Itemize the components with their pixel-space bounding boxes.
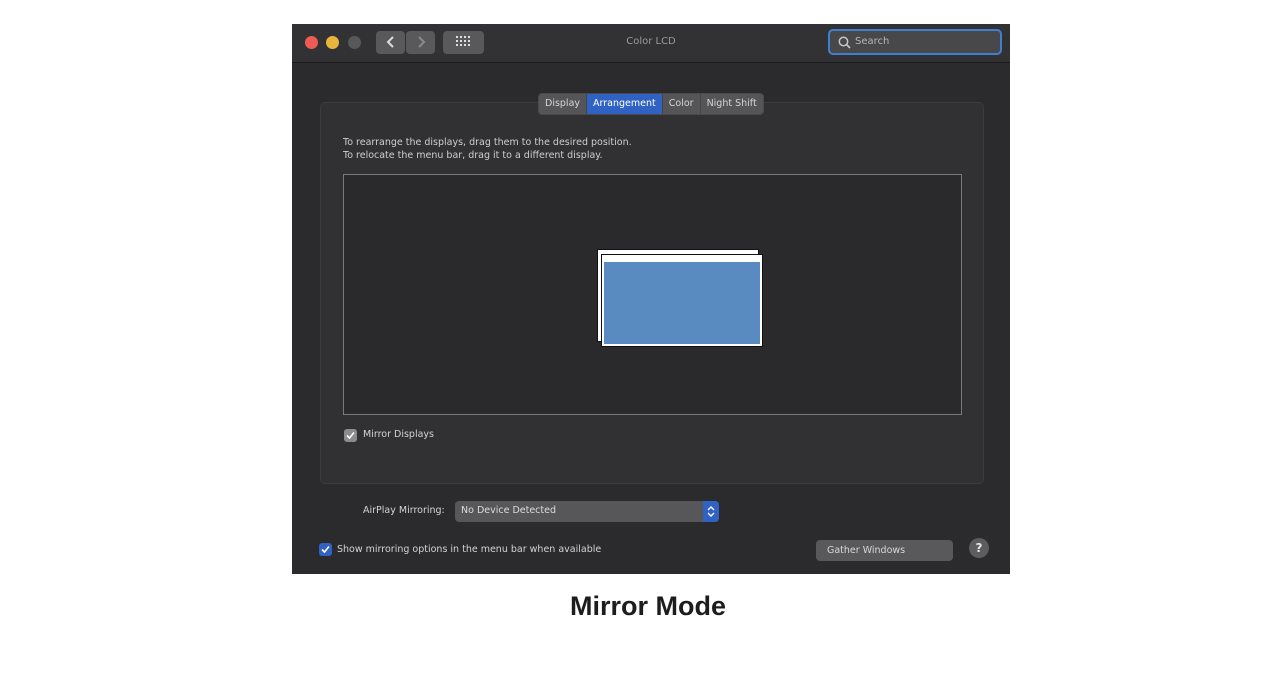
search-icon: [838, 36, 851, 49]
search-placeholder: Search: [855, 36, 890, 47]
airplay-mirroring-select[interactable]: No Device Detected: [455, 501, 719, 522]
display-thumbnail-main[interactable]: [601, 254, 763, 347]
airplay-mirroring-value: No Device Detected: [461, 505, 556, 516]
gather-windows-button[interactable]: Gather Windows: [816, 540, 953, 561]
display-screen: [604, 262, 760, 344]
display-arrangement-area: [343, 174, 962, 415]
display-preferences-window: Color LCD Search Display Arrangement Col…: [292, 24, 1010, 574]
checkmark-icon: [321, 545, 330, 554]
help-button[interactable]: ?: [969, 538, 989, 558]
tab-bar: Display Arrangement Color Night Shift: [538, 93, 764, 115]
airplay-mirroring-label: AirPlay Mirroring:: [363, 505, 445, 516]
title-bar: Color LCD Search: [292, 24, 1010, 63]
instruction-line-1: To rearrange the displays, drag them to …: [343, 137, 632, 148]
search-field[interactable]: Search: [828, 29, 1002, 55]
mirror-displays-label: Mirror Displays: [363, 429, 434, 440]
mirror-displays-checkbox[interactable]: [344, 429, 357, 442]
updown-chevron-icon: [703, 501, 719, 522]
tab-arrangement[interactable]: Arrangement: [587, 94, 663, 114]
instruction-line-2: To relocate the menu bar, drag it to a d…: [343, 150, 603, 161]
checkmark-icon: [346, 431, 355, 440]
caption: Mirror Mode: [569, 591, 726, 621]
show-mirroring-options-checkbox[interactable]: [319, 543, 332, 556]
tab-display[interactable]: Display: [539, 94, 588, 114]
tab-color[interactable]: Color: [662, 94, 701, 114]
tab-night-shift[interactable]: Night Shift: [700, 94, 763, 114]
show-mirroring-options-label: Show mirroring options in the menu bar w…: [337, 544, 602, 555]
